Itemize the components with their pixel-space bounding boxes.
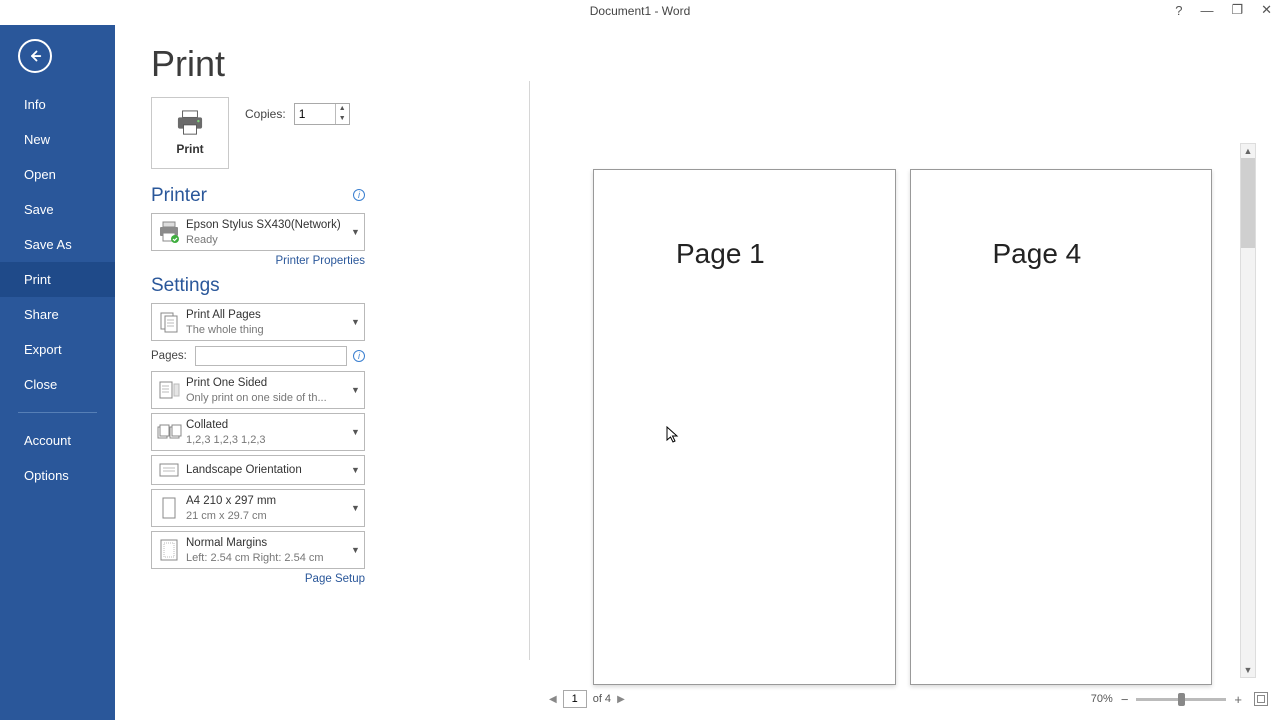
nav-info[interactable]: Info xyxy=(0,87,115,122)
pages-input[interactable] xyxy=(195,346,347,366)
nav-save[interactable]: Save xyxy=(0,192,115,227)
sides-dropdown[interactable]: Print One Sided Only print on one side o… xyxy=(151,371,365,409)
restore-icon[interactable]: ❐ xyxy=(1227,2,1247,18)
copies-down-icon[interactable]: ▼ xyxy=(336,114,349,124)
zoom-fit-icon[interactable] xyxy=(1254,692,1268,706)
zoom-slider[interactable] xyxy=(1136,698,1226,701)
chevron-down-icon: ▼ xyxy=(346,227,364,237)
chevron-down-icon: ▼ xyxy=(346,385,364,395)
copies-input[interactable] xyxy=(295,107,335,121)
printer-name: Epson Stylus SX430(Network) xyxy=(186,218,346,233)
chevron-down-icon: ▼ xyxy=(346,503,364,513)
prev-page-icon[interactable]: ◀ xyxy=(549,694,557,705)
paper-size-dropdown[interactable]: A4 210 x 297 mm 21 cm x 29.7 cm ▼ xyxy=(151,489,365,527)
preview-page-1: Page 1 xyxy=(593,169,896,685)
vertical-divider xyxy=(529,81,530,660)
one-sided-icon xyxy=(152,380,186,400)
copies-up-icon[interactable]: ▲ xyxy=(336,104,349,114)
copies-spinner[interactable]: ▲ ▼ xyxy=(294,103,350,125)
chevron-down-icon: ▼ xyxy=(346,465,364,475)
pages-label: Pages: xyxy=(151,350,191,362)
pages-info-icon[interactable]: i xyxy=(353,350,365,362)
help-icon[interactable]: ? xyxy=(1171,3,1186,18)
print-range-dropdown[interactable]: Print All Pages The whole thing ▼ xyxy=(151,303,365,341)
printer-info-icon[interactable]: i xyxy=(353,189,365,201)
nav-save-as[interactable]: Save As xyxy=(0,227,115,262)
preview-footer: ◀ of 4 ▶ 70% − + xyxy=(549,688,1268,710)
chevron-down-icon: ▼ xyxy=(346,427,364,437)
document-title: Document1 - Word xyxy=(590,4,690,18)
title-bar: Document1 - Word ? — ❐ ✕ xyxy=(0,0,1280,25)
chevron-down-icon: ▼ xyxy=(346,317,364,327)
current-page-input[interactable] xyxy=(563,690,587,708)
nav-open[interactable]: Open xyxy=(0,157,115,192)
printer-properties-link[interactable]: Printer Properties xyxy=(151,255,365,267)
print-button-label: Print xyxy=(176,142,203,156)
close-icon[interactable]: ✕ xyxy=(1257,2,1276,18)
page-total: of 4 xyxy=(593,693,611,705)
zoom-percent: 70% xyxy=(1091,693,1113,705)
nav-close[interactable]: Close xyxy=(0,367,115,402)
nav-options[interactable]: Options xyxy=(0,458,115,493)
preview-page-2: Page 4 xyxy=(910,169,1213,685)
collated-icon xyxy=(152,423,186,441)
backstage-sidebar: Info New Open Save Save As Print Share E… xyxy=(0,25,115,720)
margins-icon xyxy=(152,538,186,562)
nav-share[interactable]: Share xyxy=(0,297,115,332)
landscape-icon xyxy=(152,461,186,479)
nav-export[interactable]: Export xyxy=(0,332,115,367)
copies-label: Copies: xyxy=(245,107,286,121)
orientation-dropdown[interactable]: Landscape Orientation ▼ xyxy=(151,455,365,485)
back-arrow-icon xyxy=(26,47,44,65)
scroll-down-icon[interactable]: ▼ xyxy=(1241,663,1255,677)
scroll-thumb[interactable] xyxy=(1241,158,1255,248)
settings-heading: Settings xyxy=(151,275,365,297)
margins-dropdown[interactable]: Normal Margins Left: 2.54 cm Right: 2.54… xyxy=(151,531,365,569)
nav-account[interactable]: Account xyxy=(0,423,115,458)
print-preview: Page 1 Page 4 ▲ ▼ xyxy=(549,143,1256,678)
next-page-icon[interactable]: ▶ xyxy=(617,694,625,705)
print-panel: Print Print Copies: ▲ ▼ xyxy=(115,25,1280,720)
minimize-icon[interactable]: — xyxy=(1196,3,1217,18)
nav-print[interactable]: Print xyxy=(0,262,115,297)
zoom-in-icon[interactable]: + xyxy=(1232,692,1244,707)
nav-separator xyxy=(18,412,97,413)
chevron-down-icon: ▼ xyxy=(346,545,364,555)
nav-new[interactable]: New xyxy=(0,122,115,157)
page-title: Print xyxy=(151,43,1280,85)
printer-icon xyxy=(175,110,205,136)
printer-status: Ready xyxy=(186,233,346,247)
pages-icon xyxy=(152,310,186,334)
printer-status-icon xyxy=(152,221,186,243)
scroll-up-icon[interactable]: ▲ xyxy=(1241,144,1255,158)
printer-heading: Printer i xyxy=(151,185,365,207)
zoom-out-icon[interactable]: − xyxy=(1119,692,1131,707)
print-button[interactable]: Print xyxy=(151,97,229,169)
paper-icon xyxy=(152,496,186,520)
printer-dropdown[interactable]: Epson Stylus SX430(Network) Ready ▼ xyxy=(151,213,365,251)
collate-dropdown[interactable]: Collated 1,2,3 1,2,3 1,2,3 ▼ xyxy=(151,413,365,451)
page-setup-link[interactable]: Page Setup xyxy=(151,573,365,585)
back-button[interactable] xyxy=(18,39,52,73)
preview-scrollbar[interactable]: ▲ ▼ xyxy=(1240,143,1256,678)
